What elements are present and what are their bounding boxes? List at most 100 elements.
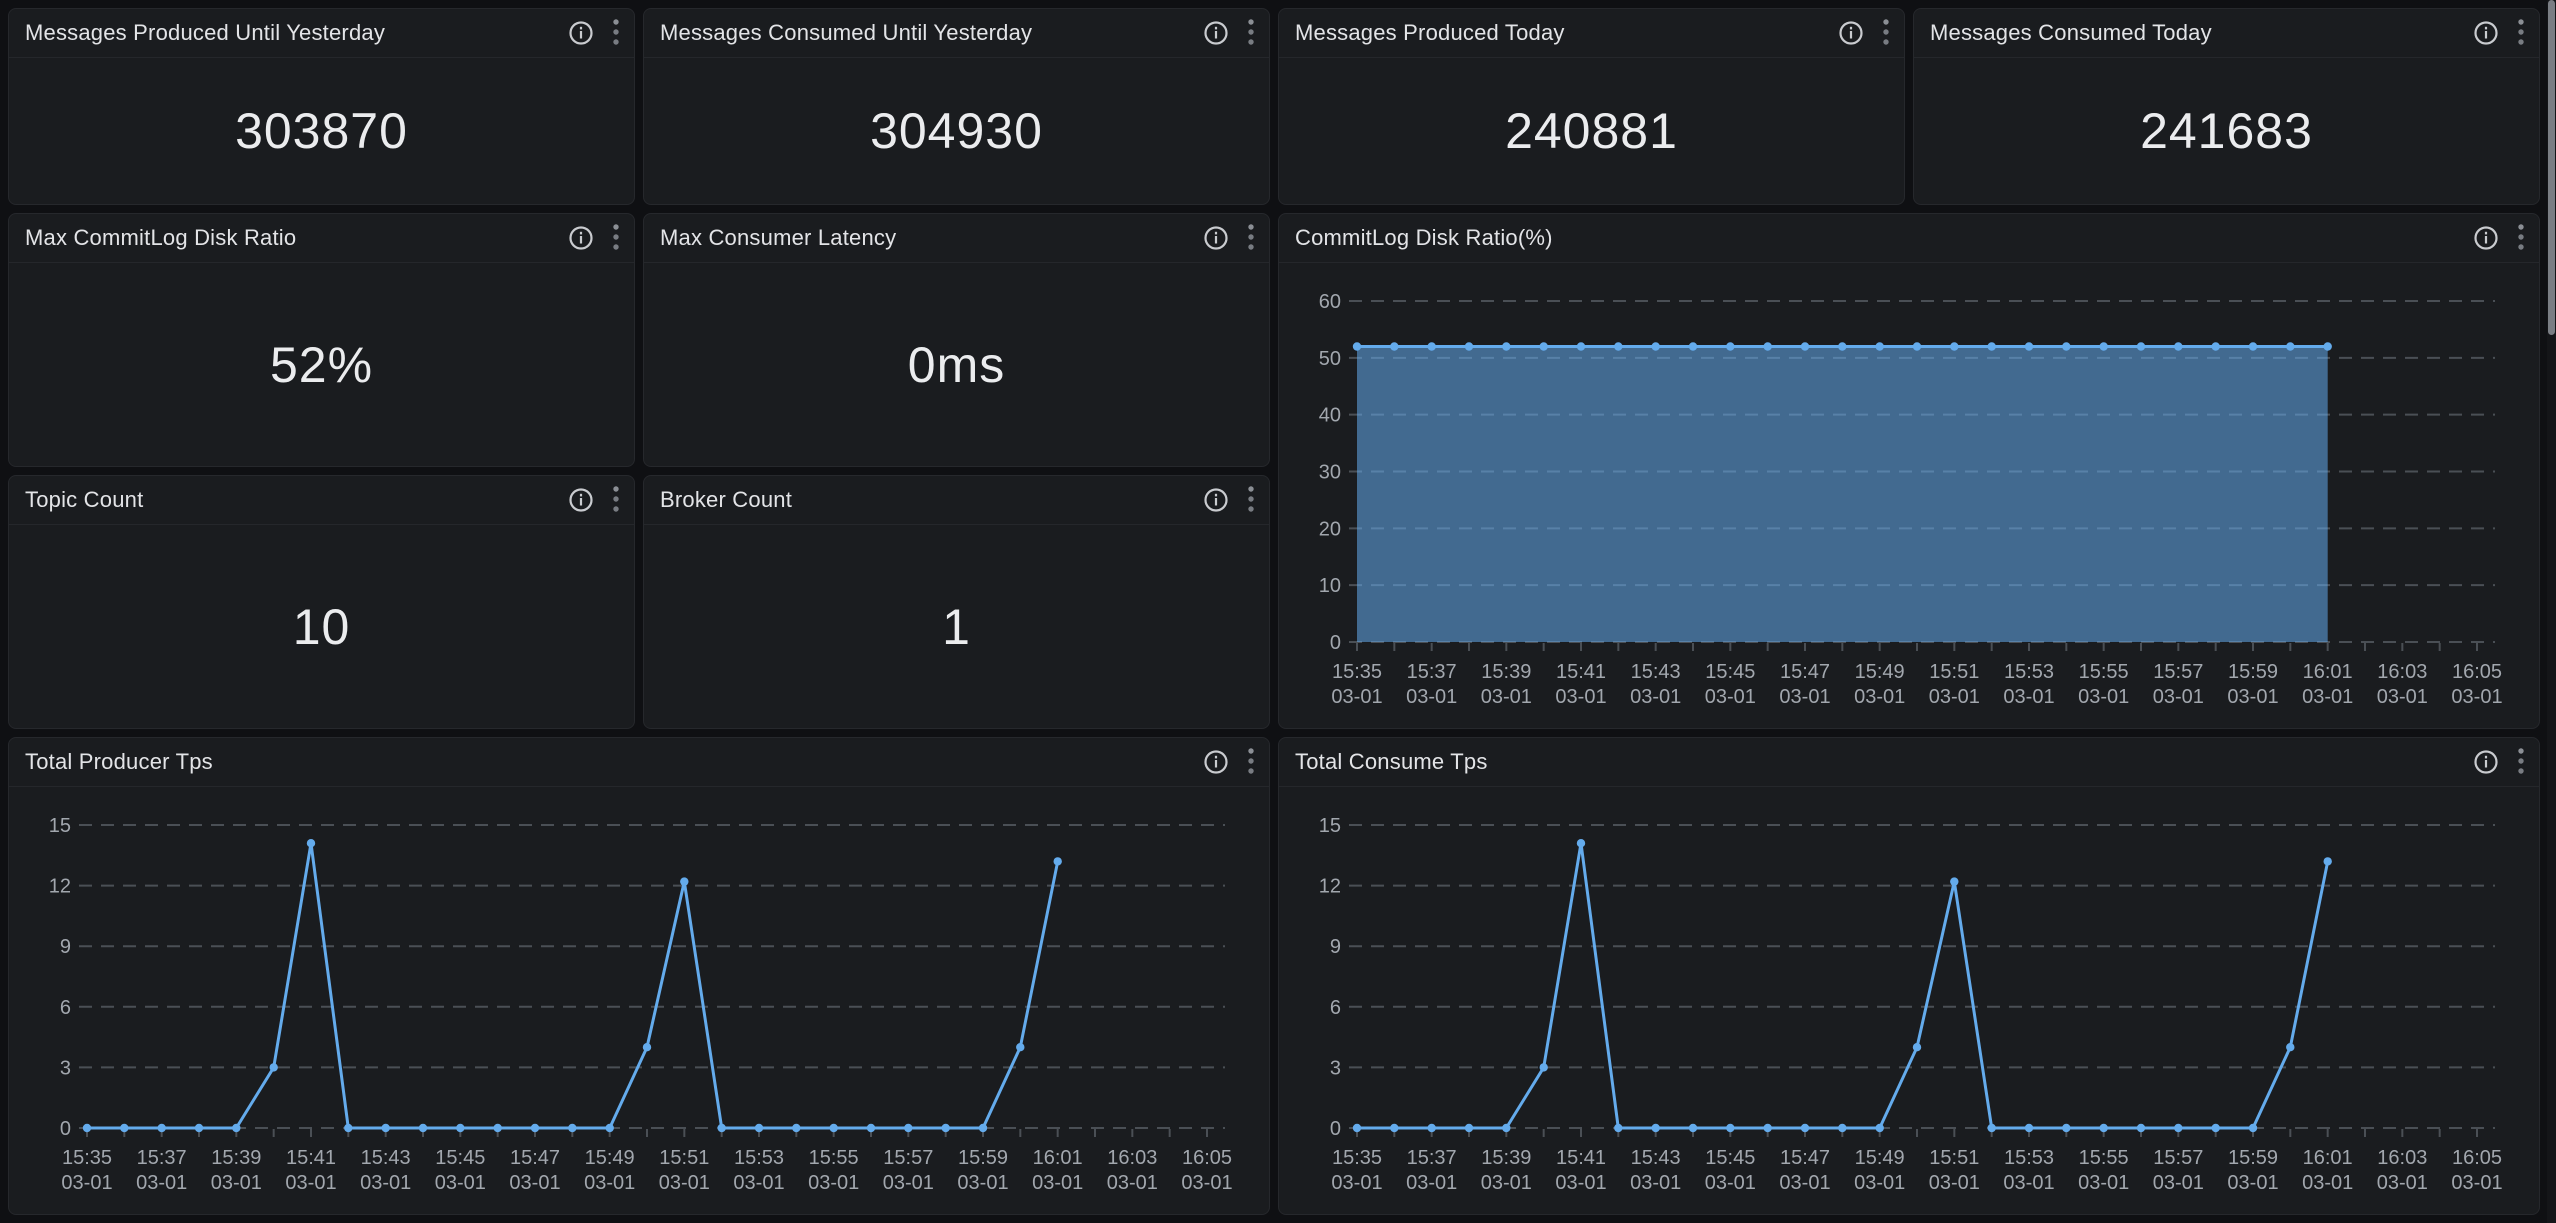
panel-commitlog-disk-ratio-chart: CommitLog Disk Ratio(%) 010203040506015:… bbox=[1278, 213, 2540, 729]
svg-text:03-01: 03-01 bbox=[1630, 1172, 1681, 1194]
svg-text:15:37: 15:37 bbox=[1407, 1147, 1457, 1169]
svg-text:15:55: 15:55 bbox=[2079, 661, 2129, 683]
kebab-menu-icon[interactable] bbox=[612, 223, 620, 253]
svg-text:15: 15 bbox=[1319, 815, 1341, 837]
kebab-menu-icon[interactable] bbox=[1882, 18, 1890, 48]
chart-body: 0369121515:3503-0115:3703-0115:3903-0115… bbox=[1279, 787, 2539, 1214]
svg-text:10: 10 bbox=[1319, 575, 1341, 597]
kebab-menu-icon[interactable] bbox=[2517, 223, 2525, 253]
svg-text:6: 6 bbox=[60, 997, 71, 1019]
svg-text:03-01: 03-01 bbox=[285, 1172, 336, 1194]
svg-text:03-01: 03-01 bbox=[808, 1172, 859, 1194]
svg-text:15:43: 15:43 bbox=[361, 1147, 411, 1169]
panel-title: CommitLog Disk Ratio(%) bbox=[1295, 225, 1553, 251]
svg-text:15:37: 15:37 bbox=[1407, 661, 1457, 683]
svg-text:15:37: 15:37 bbox=[137, 1147, 187, 1169]
svg-text:03-01: 03-01 bbox=[1406, 686, 1457, 708]
svg-text:03-01: 03-01 bbox=[2003, 1172, 2054, 1194]
panel-max-consumer-latency: Max Consumer Latency 0ms bbox=[643, 213, 1270, 467]
kebab-menu-icon[interactable] bbox=[1247, 18, 1255, 48]
panel-title: Messages Consumed Today bbox=[1930, 20, 2212, 46]
svg-text:15:45: 15:45 bbox=[435, 1147, 485, 1169]
svg-text:15:39: 15:39 bbox=[1481, 661, 1531, 683]
info-icon[interactable] bbox=[568, 20, 594, 46]
panel-header-icons bbox=[568, 485, 620, 515]
info-icon[interactable] bbox=[568, 225, 594, 251]
info-icon[interactable] bbox=[1203, 20, 1229, 46]
svg-text:50: 50 bbox=[1319, 348, 1341, 370]
panel-header: Max Consumer Latency bbox=[644, 214, 1269, 263]
svg-text:15: 15 bbox=[49, 815, 71, 837]
panel-header-icons bbox=[2473, 747, 2525, 777]
svg-text:03-01: 03-01 bbox=[1854, 1172, 1905, 1194]
kebab-menu-icon[interactable] bbox=[2517, 747, 2525, 777]
svg-text:15:41: 15:41 bbox=[1556, 661, 1606, 683]
svg-text:15:43: 15:43 bbox=[1631, 661, 1681, 683]
stat-value: 0ms bbox=[908, 336, 1005, 394]
info-icon[interactable] bbox=[2473, 20, 2499, 46]
info-icon[interactable] bbox=[2473, 225, 2499, 251]
info-icon[interactable] bbox=[1203, 225, 1229, 251]
info-icon[interactable] bbox=[2473, 749, 2499, 775]
panel-header-icons bbox=[2473, 223, 2525, 253]
stat-panel-body: 10 bbox=[9, 525, 634, 728]
svg-text:16:01: 16:01 bbox=[2303, 1147, 2353, 1169]
stat-panel-body: 52% bbox=[9, 263, 634, 466]
panel-title: Broker Count bbox=[660, 487, 792, 513]
kebab-menu-icon[interactable] bbox=[612, 18, 620, 48]
panel-header-icons bbox=[1203, 223, 1255, 253]
panel-title: Total Producer Tps bbox=[25, 749, 213, 775]
scrollbar-track[interactable] bbox=[2547, 0, 2556, 1223]
info-icon[interactable] bbox=[1838, 20, 1864, 46]
total-consume-tps-chart[interactable]: 0369121515:3503-0115:3703-0115:3903-0115… bbox=[1279, 787, 2539, 1214]
panel-header: Broker Count bbox=[644, 476, 1269, 525]
svg-text:15:45: 15:45 bbox=[1705, 661, 1755, 683]
stat-panel-body: 0ms bbox=[644, 263, 1269, 466]
panel-title: Messages Produced Today bbox=[1295, 20, 1565, 46]
panel-header-icons bbox=[1203, 747, 1255, 777]
svg-text:03-01: 03-01 bbox=[1032, 1172, 1083, 1194]
info-icon[interactable] bbox=[568, 487, 594, 513]
svg-text:16:03: 16:03 bbox=[1107, 1147, 1157, 1169]
svg-text:15:43: 15:43 bbox=[1631, 1147, 1681, 1169]
panel-header-icons bbox=[1838, 18, 1890, 48]
svg-text:16:05: 16:05 bbox=[2452, 661, 2502, 683]
svg-text:03-01: 03-01 bbox=[733, 1172, 784, 1194]
kebab-menu-icon[interactable] bbox=[1247, 223, 1255, 253]
svg-text:03-01: 03-01 bbox=[1555, 686, 1606, 708]
info-icon[interactable] bbox=[1203, 749, 1229, 775]
panel-header: CommitLog Disk Ratio(%) bbox=[1279, 214, 2539, 263]
svg-text:16:03: 16:03 bbox=[2377, 661, 2427, 683]
chart-body: 0369121515:3503-0115:3703-0115:3903-0115… bbox=[9, 787, 1269, 1214]
panel-header: Messages Produced Today bbox=[1279, 9, 1904, 58]
panel-grid: Messages Produced Until Yesterday 303870… bbox=[8, 8, 2540, 1215]
stat-panel-body: 240881 bbox=[1279, 58, 1904, 204]
panel-messages-produced-until-yesterday: Messages Produced Until Yesterday 303870 bbox=[8, 8, 635, 205]
svg-text:16:05: 16:05 bbox=[2452, 1147, 2502, 1169]
svg-text:15:49: 15:49 bbox=[1855, 1147, 1905, 1169]
svg-text:03-01: 03-01 bbox=[1779, 1172, 1830, 1194]
svg-text:03-01: 03-01 bbox=[883, 1172, 934, 1194]
svg-text:15:59: 15:59 bbox=[2228, 1147, 2278, 1169]
panel-messages-consumed-until-yesterday: Messages Consumed Until Yesterday 304930 bbox=[643, 8, 1270, 205]
stat-panel-body: 303870 bbox=[9, 58, 634, 204]
scrollbar-thumb[interactable] bbox=[2548, 0, 2555, 335]
total-producer-tps-chart[interactable]: 0369121515:3503-0115:3703-0115:3903-0115… bbox=[9, 787, 1269, 1214]
svg-text:3: 3 bbox=[1330, 1057, 1341, 1079]
svg-text:03-01: 03-01 bbox=[1481, 686, 1532, 708]
svg-text:15:55: 15:55 bbox=[809, 1147, 859, 1169]
kebab-menu-icon[interactable] bbox=[2517, 18, 2525, 48]
svg-text:03-01: 03-01 bbox=[2153, 686, 2204, 708]
kebab-menu-icon[interactable] bbox=[1247, 485, 1255, 515]
svg-text:15:53: 15:53 bbox=[2004, 661, 2054, 683]
kebab-menu-icon[interactable] bbox=[1247, 747, 1255, 777]
svg-text:16:03: 16:03 bbox=[2377, 1147, 2427, 1169]
svg-text:03-01: 03-01 bbox=[1779, 686, 1830, 708]
kebab-menu-icon[interactable] bbox=[612, 485, 620, 515]
svg-text:15:57: 15:57 bbox=[2153, 661, 2203, 683]
stat-panel-body: 241683 bbox=[1914, 58, 2539, 204]
svg-text:15:51: 15:51 bbox=[1929, 661, 1979, 683]
info-icon[interactable] bbox=[1203, 487, 1229, 513]
panel-header: Max CommitLog Disk Ratio bbox=[9, 214, 634, 263]
commitlog-disk-ratio-chart[interactable]: 010203040506015:3503-0115:3703-0115:3903… bbox=[1279, 263, 2539, 728]
